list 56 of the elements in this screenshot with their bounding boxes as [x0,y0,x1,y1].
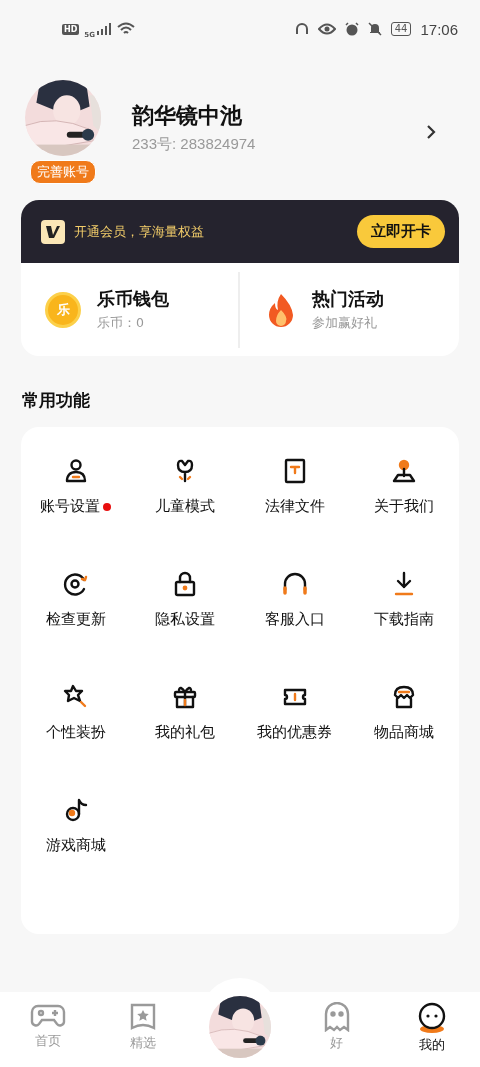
function-label: 下载指南 [374,610,435,629]
function-label: 游戏商城 [45,836,106,855]
vip-banner[interactable]: 开通会员，享海量权益 立即开卡 [21,200,459,263]
function-item[interactable]: 下载指南 [349,570,459,683]
alarm-icon [344,22,359,36]
function-label: 儿童模式 [155,497,216,516]
card-item[interactable]: 乐 乐币钱包 乐币：0 [21,287,239,332]
section-title: 常用功能 [22,389,91,412]
user-id: 233号: 283824974 [132,134,257,154]
wifi-icon [116,22,135,36]
function-item[interactable]: 检查更新 [21,570,131,683]
function-item[interactable]: 隐私设置 [130,570,240,683]
function-label: 账号设置 [40,497,101,516]
status-time: 17:06 [420,20,458,38]
bell-off-icon [367,22,382,36]
headphones-icon [280,570,309,598]
function-item[interactable]: 法律文件 [240,457,350,570]
function-item[interactable]: 账号设置 [21,457,131,570]
function-item[interactable]: 儿童模式 [130,457,240,570]
ghost-icon [322,1002,351,1032]
function-label: 物品商城 [374,723,435,742]
user-name: 韵华镜中池 [132,101,243,130]
function-item[interactable]: 关于我们 [349,457,459,570]
function-item[interactable]: 物品商城 [349,683,459,796]
vip-promo-text: 开通会员，享海量权益 [74,222,205,241]
hd-icon: HD [62,23,80,35]
function-label: 我的礼包 [155,723,216,742]
card-subtitle: 乐币：0 [97,315,145,332]
coin-icon: 乐 [45,291,81,328]
chevron-right-icon[interactable] [426,124,436,140]
function-item[interactable]: 游戏商城 [21,796,131,909]
function-label: 检查更新 [45,610,106,629]
open-card-button[interactable]: 立即开卡 [357,215,445,248]
function-item[interactable]: 个性装扮 [21,683,131,796]
card-item[interactable]: 热门活动 参加赢好礼 [239,287,459,332]
function-item[interactable]: 我的礼包 [130,683,240,796]
signal-icon [95,23,112,35]
card-title: 热门活动 [311,287,384,311]
nav-tab[interactable]: 我的 [402,1002,463,1054]
function-label: 关于我们 [374,497,435,516]
battery-indicator: 44 [390,22,412,36]
function-item[interactable]: 我的优惠券 [240,683,350,796]
function-label: 我的优惠券 [257,723,333,742]
star-card-icon [129,1002,158,1032]
eye-icon [317,23,336,35]
card-subtitle: 参加赢好礼 [311,315,378,332]
function-label: 隐私设置 [155,610,216,629]
headphones-icon [294,22,309,36]
card-title: 乐币钱包 [97,287,169,311]
vip-logo-icon [41,219,65,244]
function-label: 客服入口 [264,610,325,629]
function-item[interactable]: 客服入口 [240,570,350,683]
refresh-icon [61,570,90,598]
function-label: 法律文件 [264,497,325,516]
gamepad-icon [29,1002,66,1030]
function-label: 个性装扮 [45,723,106,742]
